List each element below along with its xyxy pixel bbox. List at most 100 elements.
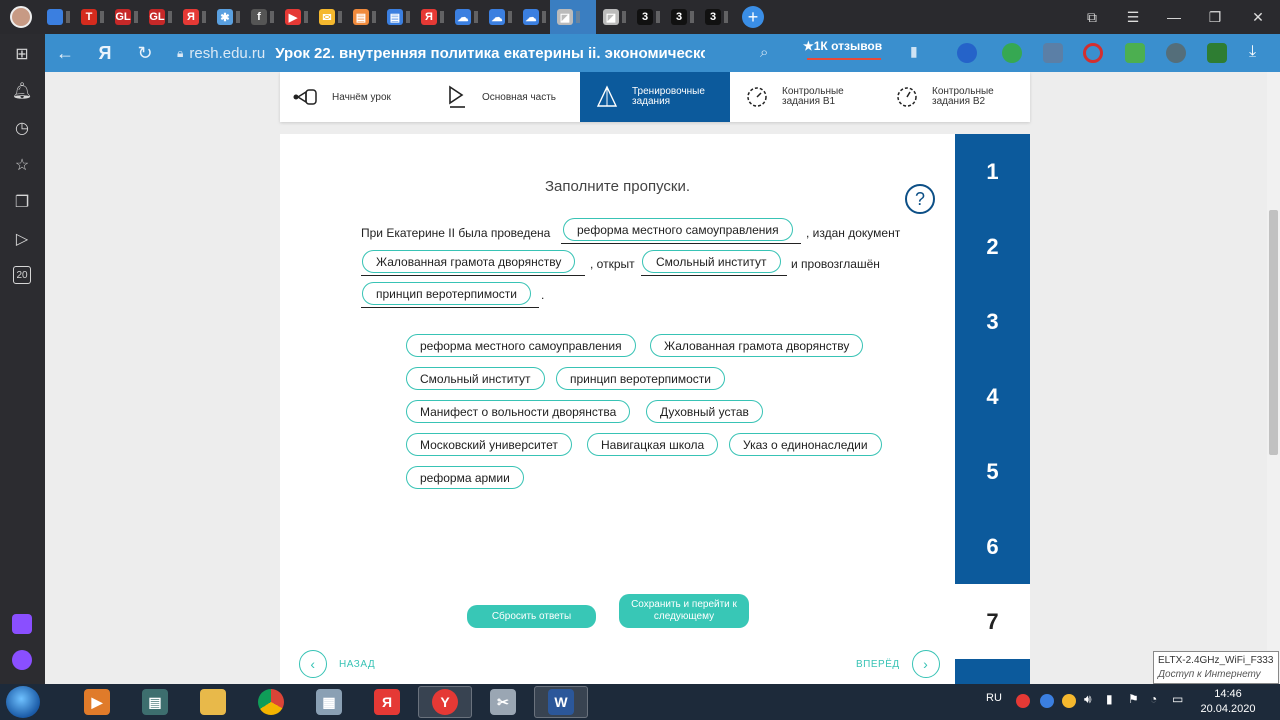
option-chip[interactable]: реформа местного самоуправления bbox=[406, 334, 636, 357]
task-number-7[interactable]: 7 bbox=[955, 584, 1030, 659]
close-window-button[interactable]: ✕ bbox=[1238, 0, 1278, 34]
step-training-tasks[interactable]: Тренировочные задания bbox=[580, 72, 730, 122]
browser-tab[interactable]: ▤ bbox=[380, 0, 414, 34]
browser-tab[interactable]: ◪ bbox=[596, 0, 630, 34]
option-chip[interactable]: реформа армии bbox=[406, 466, 524, 489]
alice-icon[interactable] bbox=[12, 650, 32, 670]
browser-tab[interactable]: ✉ bbox=[312, 0, 346, 34]
task-number-5[interactable]: 5 bbox=[955, 434, 1030, 509]
option-chip[interactable]: Указ о единонаследии bbox=[729, 433, 882, 456]
task-number-4[interactable]: 4 bbox=[955, 359, 1030, 434]
tabs-menu-icon[interactable]: ⧉ bbox=[1072, 0, 1112, 34]
option-chip[interactable]: Московский университет bbox=[406, 433, 572, 456]
option-chip[interactable]: принцип веротерпимости bbox=[556, 367, 725, 390]
browser-tab[interactable]: GL bbox=[142, 0, 176, 34]
task-number-next[interactable] bbox=[955, 659, 1030, 684]
answer-chip[interactable]: принцип веротерпимости bbox=[362, 282, 531, 305]
extension-icon[interactable] bbox=[1002, 43, 1022, 63]
yandex-logo-icon[interactable]: Я bbox=[85, 43, 125, 64]
profile-avatar[interactable] bbox=[10, 6, 32, 28]
task-number-1[interactable]: 1 bbox=[955, 134, 1030, 209]
answer-slot-3[interactable]: Смольный институт bbox=[641, 246, 787, 276]
browser-tab[interactable]: 3 bbox=[664, 0, 698, 34]
reload-icon[interactable]: ↻ bbox=[125, 43, 165, 64]
taskbar-calculator[interactable]: ▦ bbox=[302, 686, 356, 718]
block-icon[interactable] bbox=[1083, 43, 1103, 63]
browser-tab[interactable]: ▤ bbox=[346, 0, 380, 34]
taskbar-word[interactable]: W bbox=[534, 686, 588, 718]
taskbar-explorer[interactable] bbox=[186, 686, 240, 718]
grid-icon[interactable]: ⊞ bbox=[12, 44, 32, 64]
history-icon[interactable]: ◷ bbox=[12, 118, 32, 138]
new-tab-button[interactable]: + bbox=[742, 6, 764, 28]
url-domain[interactable]: resh.edu.ru bbox=[189, 45, 265, 62]
option-chip[interactable]: Навигацкая школа bbox=[587, 433, 719, 456]
download-extension-icon[interactable] bbox=[1125, 43, 1145, 63]
forward-link[interactable]: ВПЕРЁД › bbox=[856, 650, 940, 678]
play-circle-icon[interactable]: ▷ bbox=[12, 229, 32, 249]
reset-answers-button[interactable]: Сбросить ответы bbox=[467, 605, 596, 628]
help-icon[interactable]: ? bbox=[905, 184, 935, 214]
task-number-6[interactable]: 6 bbox=[955, 509, 1030, 584]
browser-tab[interactable]: ▶ bbox=[278, 0, 312, 34]
browser-tab[interactable]: 3 bbox=[630, 0, 664, 34]
browser-tab[interactable]: ✱ bbox=[210, 0, 244, 34]
tray-icon[interactable] bbox=[1016, 694, 1030, 708]
taskbar-media-player[interactable]: ▶ bbox=[70, 686, 124, 718]
downloads-icon[interactable]: ⤓ bbox=[1249, 43, 1269, 63]
answer-slot-1[interactable]: реформа местного самоуправления bbox=[561, 214, 801, 244]
answer-slot-4[interactable]: принцип веротерпимости bbox=[361, 278, 539, 308]
extension-icon[interactable] bbox=[1166, 43, 1186, 63]
taskbar-yandex-browser[interactable]: Y bbox=[418, 686, 472, 718]
page-title-in-address[interactable]: Урок 22. внутренняя политика екатерины i… bbox=[275, 45, 705, 62]
back-link[interactable]: ‹ НАЗАД bbox=[299, 650, 375, 678]
option-chip[interactable]: Манифест о вольности дворянства bbox=[406, 400, 631, 423]
answer-slot-2[interactable]: Жалованная грамота дворянству bbox=[361, 246, 585, 276]
search-icon[interactable]: ⌕ bbox=[760, 44, 768, 61]
scrollbar-thumb[interactable] bbox=[1269, 210, 1278, 455]
taskbar-app[interactable]: ▤ bbox=[128, 686, 182, 718]
battery-icon[interactable]: ▭ bbox=[1172, 692, 1186, 706]
language-indicator[interactable]: RU bbox=[986, 692, 1002, 704]
option-chip[interactable]: Смольный институт bbox=[406, 367, 545, 390]
alice-apps-icon[interactable] bbox=[12, 614, 32, 634]
browser-tab[interactable]: 3 bbox=[698, 0, 732, 34]
restore-button[interactable]: ❐ bbox=[1195, 0, 1235, 34]
answer-chip[interactable]: Жалованная грамота дворянству bbox=[362, 250, 576, 273]
browser-tab[interactable]: f bbox=[244, 0, 278, 34]
clock[interactable]: 14:46 20.04.2020 bbox=[1196, 687, 1260, 717]
counter-badge[interactable]: 20 bbox=[13, 266, 31, 284]
browser-tab[interactable]: ☁ bbox=[448, 0, 482, 34]
reviews-badge[interactable]: ★1К отзывов bbox=[803, 39, 882, 60]
browser-tab[interactable]: Я bbox=[176, 0, 210, 34]
lock-icon[interactable]: 🔒︎ bbox=[177, 46, 183, 61]
extension-icon[interactable] bbox=[957, 43, 977, 63]
translate-icon[interactable] bbox=[1207, 43, 1227, 63]
browser-tab[interactable]: ☁ bbox=[482, 0, 516, 34]
step-control-b2[interactable]: Контрольные задания В2 bbox=[880, 72, 1030, 122]
bookmark-icon[interactable]: ▮ bbox=[910, 43, 930, 63]
tray-icon[interactable] bbox=[1040, 694, 1054, 708]
taskbar-chrome[interactable] bbox=[244, 686, 298, 718]
step-main-part[interactable]: Основная часть bbox=[430, 72, 580, 122]
browser-tab[interactable]: Я bbox=[414, 0, 448, 34]
browser-tab[interactable]: ◪ bbox=[550, 0, 596, 34]
menu-icon[interactable]: ☰ bbox=[1113, 0, 1153, 34]
save-and-next-button[interactable]: Сохранить и перейти к следующему bbox=[619, 594, 749, 628]
bell-icon[interactable]: 🔔︎ bbox=[12, 81, 32, 101]
taskbar-yandex[interactable]: Я bbox=[360, 686, 414, 718]
step-control-b1[interactable]: Контрольные задания В1 bbox=[730, 72, 880, 122]
option-chip[interactable]: Жалованная грамота дворянству bbox=[650, 334, 864, 357]
task-number-3[interactable]: 3 bbox=[955, 284, 1030, 359]
tray-icon[interactable] bbox=[1062, 694, 1076, 708]
back-arrow-icon[interactable]: ← bbox=[45, 43, 85, 64]
step-start-lesson[interactable]: Начнём урок bbox=[280, 72, 430, 122]
answer-chip[interactable]: реформа местного самоуправления bbox=[563, 218, 793, 241]
collections-icon[interactable]: ❐ bbox=[12, 192, 32, 212]
taskbar-app[interactable]: ✂ bbox=[476, 686, 530, 718]
answer-chip[interactable]: Смольный институт bbox=[642, 250, 781, 273]
browser-tab[interactable] bbox=[40, 0, 74, 34]
page-scrollbar[interactable] bbox=[1267, 72, 1280, 684]
browser-tab[interactable]: T bbox=[74, 0, 108, 34]
flag-icon[interactable]: ⚑ bbox=[1128, 692, 1142, 706]
